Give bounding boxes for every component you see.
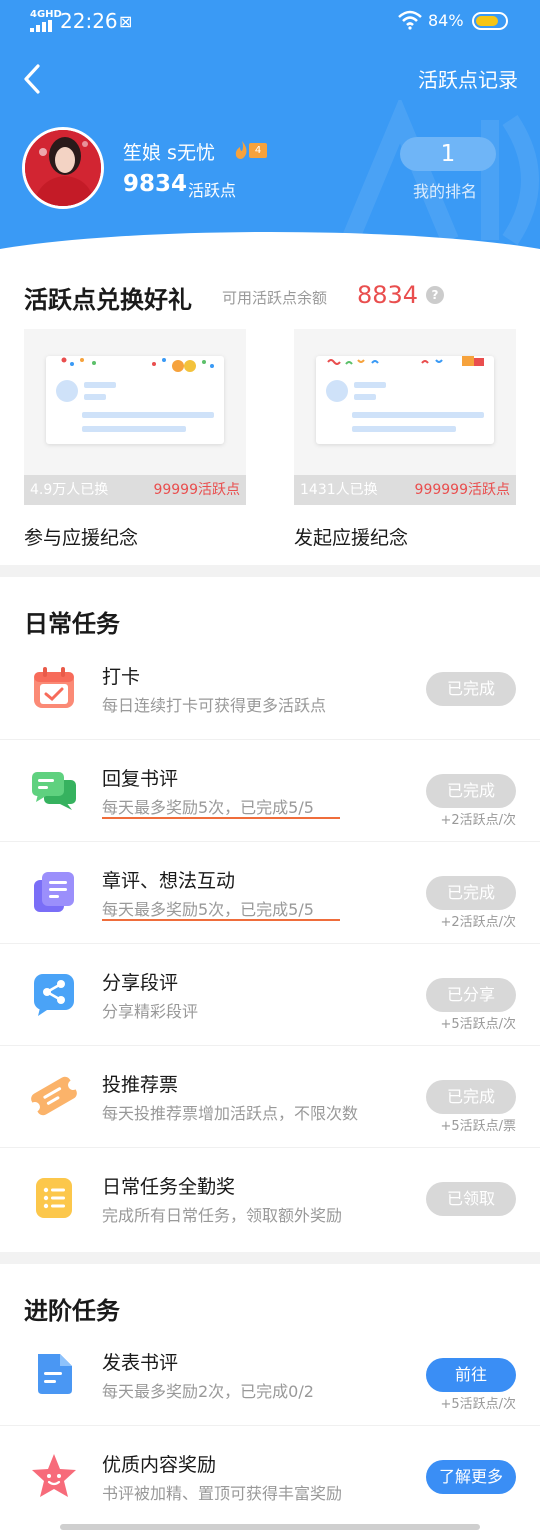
note-stack-icon <box>34 872 74 912</box>
user-points: 9834 <box>123 171 188 197</box>
task-desc: 每天投推荐票增加活跃点，不限次数 <box>102 1104 359 1123</box>
gift-cost: 99999活跃点 <box>153 482 240 498</box>
gift-label[interactable]: 参与应援纪念 <box>24 523 138 550</box>
rank-label: 我的排名 <box>413 182 478 201</box>
highlight-underline <box>102 919 340 921</box>
section-divider <box>0 565 540 577</box>
task-reward: +5活跃点/票 <box>440 1119 516 1134</box>
task-status-button[interactable]: 已领取 <box>426 1182 516 1216</box>
battery-percent: 84% <box>428 11 464 30</box>
avatar[interactable] <box>22 127 104 209</box>
task-name: 优质内容奖励 <box>102 1454 217 1476</box>
gift-preview <box>316 356 494 444</box>
question-icon[interactable]: ? <box>426 286 444 304</box>
task-name: 日常任务全勤奖 <box>102 1176 236 1198</box>
daily-tasks-title: 日常任务 <box>24 610 120 638</box>
gift-strip: 4.9万人已换 99999活跃点 <box>24 475 246 505</box>
scroll-indicator <box>60 1524 480 1530</box>
header-watermark <box>341 100 539 245</box>
notification-icon: ⊠ <box>119 12 133 31</box>
task-name: 发表书评 <box>102 1352 179 1374</box>
ticket-icon <box>30 1076 78 1116</box>
task-reward: +5活跃点/次 <box>440 1017 516 1032</box>
task-row-share: 分享段评 分享精彩段评 已分享 +5活跃点/次 <box>0 944 540 1046</box>
task-status-button[interactable]: 已完成 <box>426 1080 516 1114</box>
back-arrow-icon[interactable] <box>18 62 48 96</box>
task-name: 回复书评 <box>102 768 179 790</box>
status-bar: 4GHD 22:26 ⊠ 84% <box>0 0 540 44</box>
task-status-button[interactable]: 已完成 <box>426 876 516 910</box>
task-desc: 每天最多奖励2次，已完成0/2 <box>102 1382 314 1401</box>
gift-cost: 999999活跃点 <box>414 482 510 498</box>
learn-more-button[interactable]: 了解更多 <box>426 1460 516 1494</box>
task-desc: 每天最多奖励5次，已完成5/5 <box>102 900 314 919</box>
task-reward: +2活跃点/次 <box>440 915 516 930</box>
task-row-checkin: 打卡 每日连续打卡可获得更多活跃点 已完成 <box>0 638 540 740</box>
gift-exchange-count: 1431人已换 <box>300 482 378 498</box>
calendar-check-icon <box>34 667 74 708</box>
star-icon <box>32 1454 76 1497</box>
user-name: 笙娘 s无忧 <box>123 142 215 164</box>
gift-preview <box>46 356 224 444</box>
task-desc: 完成所有日常任务，领取额外奖励 <box>102 1206 343 1225</box>
task-row-quality-content: 优质内容奖励 书评被加精、置顶可获得丰富奖励 了解更多 <box>0 1426 540 1528</box>
task-status-button[interactable]: 已完成 <box>426 774 516 808</box>
list-icon <box>36 1178 72 1218</box>
user-points-label: 活跃点 <box>188 181 237 200</box>
go-button[interactable]: 前往 <box>426 1358 516 1392</box>
section-divider <box>0 1252 540 1264</box>
clock: 22:26 <box>60 9 118 33</box>
activity-records-link[interactable]: 活跃点记录 <box>418 64 518 93</box>
task-desc: 每日连续打卡可获得更多活跃点 <box>102 696 327 715</box>
task-name: 投推荐票 <box>102 1074 179 1096</box>
task-desc: 分享精彩段评 <box>102 1002 199 1021</box>
advanced-tasks-title: 进阶任务 <box>24 1297 120 1325</box>
task-name: 章评、想法互动 <box>102 870 236 892</box>
network-type: 4GHD <box>30 9 62 20</box>
task-row-chapter-comment: 章评、想法互动 每天最多奖励5次，已完成5/5 已完成 +2活跃点/次 <box>0 842 540 944</box>
rank-value[interactable]: 1 <box>400 137 496 171</box>
task-desc: 每天最多奖励5次，已完成5/5 <box>102 798 314 817</box>
signal-icon <box>30 20 52 32</box>
balance-label: 可用活跃点余额 <box>222 289 328 307</box>
task-desc: 书评被加精、置顶可获得丰富奖励 <box>102 1484 343 1503</box>
document-icon <box>38 1354 72 1394</box>
level-badge: 4 <box>249 143 267 158</box>
task-reward: +5活跃点/次 <box>440 1397 516 1412</box>
task-name: 打卡 <box>102 666 141 688</box>
gift-strip: 1431人已换 999999活跃点 <box>294 475 516 505</box>
streamer-icon <box>327 356 484 366</box>
task-status-button[interactable]: 已分享 <box>426 978 516 1012</box>
gift-card-start[interactable]: 1431人已换 999999活跃点 <box>294 329 516 505</box>
task-row-reply-review: 回复书评 每天最多奖励5次，已完成5/5 已完成 +2活跃点/次 <box>0 740 540 842</box>
avatar-image <box>25 130 101 206</box>
task-row-vote: 投推荐票 每天投推荐票增加活跃点，不限次数 已完成 +5活跃点/票 <box>0 1046 540 1148</box>
exchange-title: 活跃点兑换好礼 <box>24 286 192 314</box>
wifi-icon <box>398 10 422 30</box>
task-status-button[interactable]: 已完成 <box>426 672 516 706</box>
task-reward: +2活跃点/次 <box>440 813 516 828</box>
gift-card-join[interactable]: 4.9万人已换 99999活跃点 <box>24 329 246 505</box>
share-icon <box>34 974 74 1016</box>
task-row-post-review: 发表书评 每天最多奖励2次，已完成0/2 前往 +5活跃点/次 <box>0 1324 540 1426</box>
task-name: 分享段评 <box>102 972 179 994</box>
gift-label[interactable]: 发起应援纪念 <box>294 523 408 550</box>
task-row-full-attendance: 日常任务全勤奖 完成所有日常任务，领取额外奖励 已领取 <box>0 1148 540 1250</box>
highlight-underline <box>102 817 340 819</box>
confetti-icon <box>61 357 214 372</box>
battery-icon <box>472 12 508 30</box>
chat-bubbles-icon <box>32 772 76 810</box>
gift-exchange-count: 4.9万人已换 <box>30 482 109 498</box>
balance-value: 8834 <box>357 281 419 309</box>
